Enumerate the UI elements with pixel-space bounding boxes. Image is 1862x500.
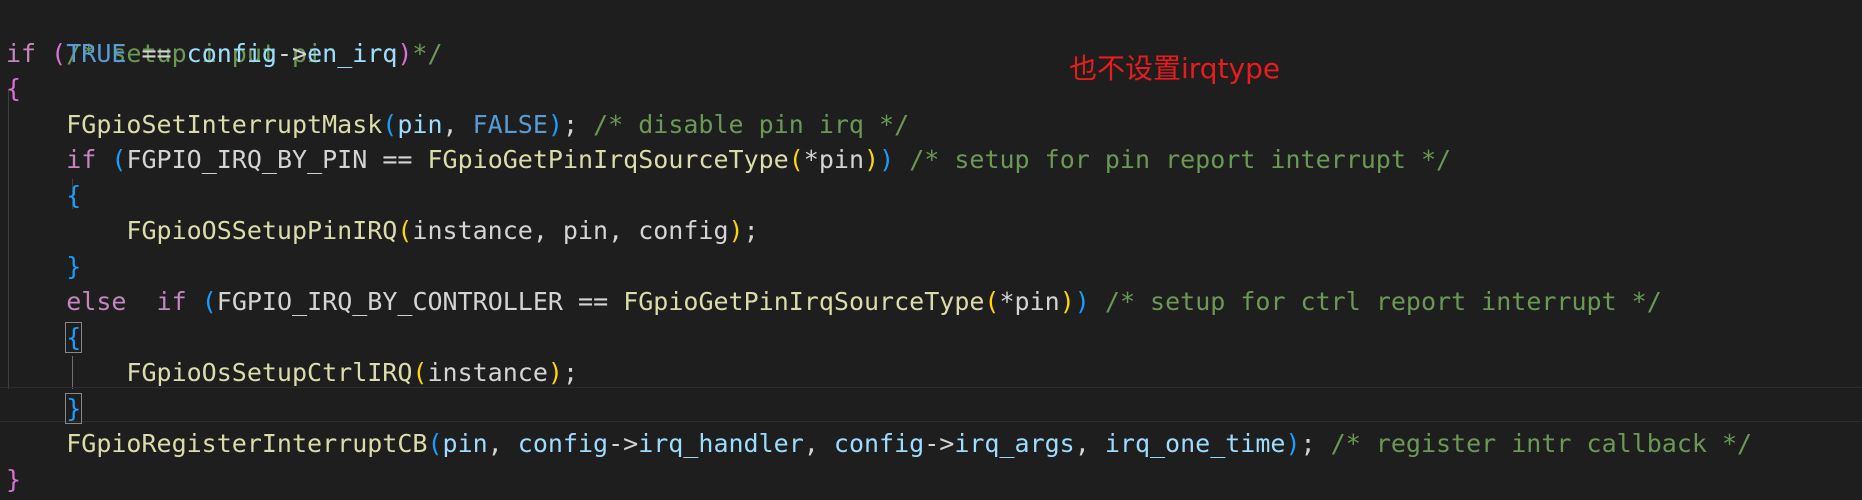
operator: == <box>126 38 187 68</box>
punctuation: , <box>442 109 473 139</box>
function-name: FGpioGetPinIrqSourceType <box>623 287 985 316</box>
code-line-6[interactable]: { <box>6 178 81 214</box>
punctuation: ; <box>562 109 594 139</box>
function-name: FGpioRegisterInterruptCB <box>66 429 428 458</box>
keyword-if: if <box>156 287 187 316</box>
punctuation: , <box>803 429 834 458</box>
paren: ) <box>1059 287 1075 316</box>
keyword-else: else <box>66 287 127 316</box>
brace: { <box>6 74 22 103</box>
comment: /* disable pin irq */ <box>593 109 910 139</box>
punctuation: ; <box>743 216 759 245</box>
comment: /* setup for pin report interrupt */ <box>909 145 1452 174</box>
argument: *pin <box>999 287 1060 316</box>
function-name: FGpioGetPinIrqSourceType <box>427 145 789 174</box>
paren: ) <box>397 38 413 68</box>
constant: TRUE <box>66 38 127 68</box>
code-line-8[interactable]: } <box>6 249 81 285</box>
operator: == <box>367 145 428 174</box>
paren: ( <box>382 109 398 139</box>
code-line-10[interactable]: { <box>6 320 83 356</box>
variable: irq_one_time <box>1104 429 1286 458</box>
variable: config <box>833 429 925 458</box>
code-line-13[interactable]: FGpioRegisterInterruptCB(pin, config->ir… <box>6 426 1752 462</box>
paren: ( <box>111 145 127 174</box>
paren: ( <box>427 429 443 458</box>
brace-matched: { <box>65 321 83 353</box>
paren: ( <box>984 287 1000 316</box>
constant: FGPIO_IRQ_BY_CONTROLLER <box>216 287 563 316</box>
operator: -> <box>276 38 308 68</box>
paren: ) <box>879 145 895 174</box>
operator: == <box>562 287 624 316</box>
operator: -> <box>924 429 955 458</box>
code-line-11[interactable]: FGpioOsSetupCtrlIRQ(instance); <box>6 355 578 391</box>
current-line-highlight <box>0 387 1862 422</box>
paren: ) <box>864 145 880 174</box>
code-line-12[interactable]: } <box>6 391 83 427</box>
punctuation: ; <box>562 358 579 387</box>
code-editor[interactable]: /* setup input-pin irq */ if (TRUE == co… <box>0 0 1862 500</box>
arguments: instance <box>427 358 548 387</box>
operator: -> <box>608 429 639 458</box>
variable: pin <box>442 429 488 458</box>
punctuation: ; <box>1300 429 1331 458</box>
code-line-9[interactable]: else if (FGPIO_IRQ_BY_CONTROLLER == FGpi… <box>6 284 1662 320</box>
annotation-text: 也不设置irqtype <box>1069 52 1281 85</box>
code-line-3[interactable]: { <box>6 71 21 107</box>
arguments: instance, pin, config <box>412 216 729 245</box>
field: en_irq <box>307 38 398 68</box>
paren: ( <box>201 287 217 316</box>
keyword-if: if <box>66 145 97 174</box>
punctuation: , <box>1074 429 1105 458</box>
paren: ) <box>547 109 563 139</box>
paren: ( <box>397 216 413 245</box>
code-line-7[interactable]: FGpioOSSetupPinIRQ(instance, pin, config… <box>6 213 759 249</box>
paren: ) <box>728 216 744 245</box>
argument: *pin <box>803 145 865 174</box>
variable: config <box>517 429 609 458</box>
function-name: FGpioOsSetupCtrlIRQ <box>126 358 413 387</box>
field: irq_args <box>954 429 1075 458</box>
code-line-4[interactable]: FGpioSetInterruptMask(pin, FALSE); /* di… <box>6 107 909 143</box>
constant: FGPIO_IRQ_BY_PIN <box>126 145 368 174</box>
brace-matched: } <box>65 392 83 424</box>
variable: pin <box>397 109 443 139</box>
comment: /* setup for ctrl report interrupt */ <box>1104 287 1662 316</box>
code-line-14[interactable]: } <box>6 462 21 498</box>
code-line-5[interactable]: if (FGPIO_IRQ_BY_PIN == FGpioGetPinIrqSo… <box>6 142 1451 178</box>
brace: { <box>66 180 82 210</box>
comment: /* register intr callback */ <box>1330 429 1753 458</box>
paren: ( <box>788 145 804 174</box>
code-line-2[interactable]: if (TRUE == config->en_irq) <box>6 36 412 72</box>
field: irq_handler <box>638 429 804 458</box>
brace: } <box>66 251 82 281</box>
function-name: FGpioSetInterruptMask <box>66 109 383 139</box>
keyword-if: if <box>6 38 37 68</box>
paren: ( <box>412 358 428 387</box>
paren: ) <box>1074 287 1090 316</box>
function-name: FGpioOSSetupPinIRQ <box>126 216 398 245</box>
constant: FALSE <box>472 109 548 139</box>
variable: config <box>186 38 277 68</box>
brace: } <box>6 464 22 494</box>
punctuation: , <box>487 429 518 458</box>
code-line-1[interactable]: /* setup input-pin irq */ <box>6 0 442 68</box>
paren: ) <box>1285 429 1301 458</box>
paren: ( <box>51 38 67 68</box>
paren: ) <box>547 358 563 387</box>
